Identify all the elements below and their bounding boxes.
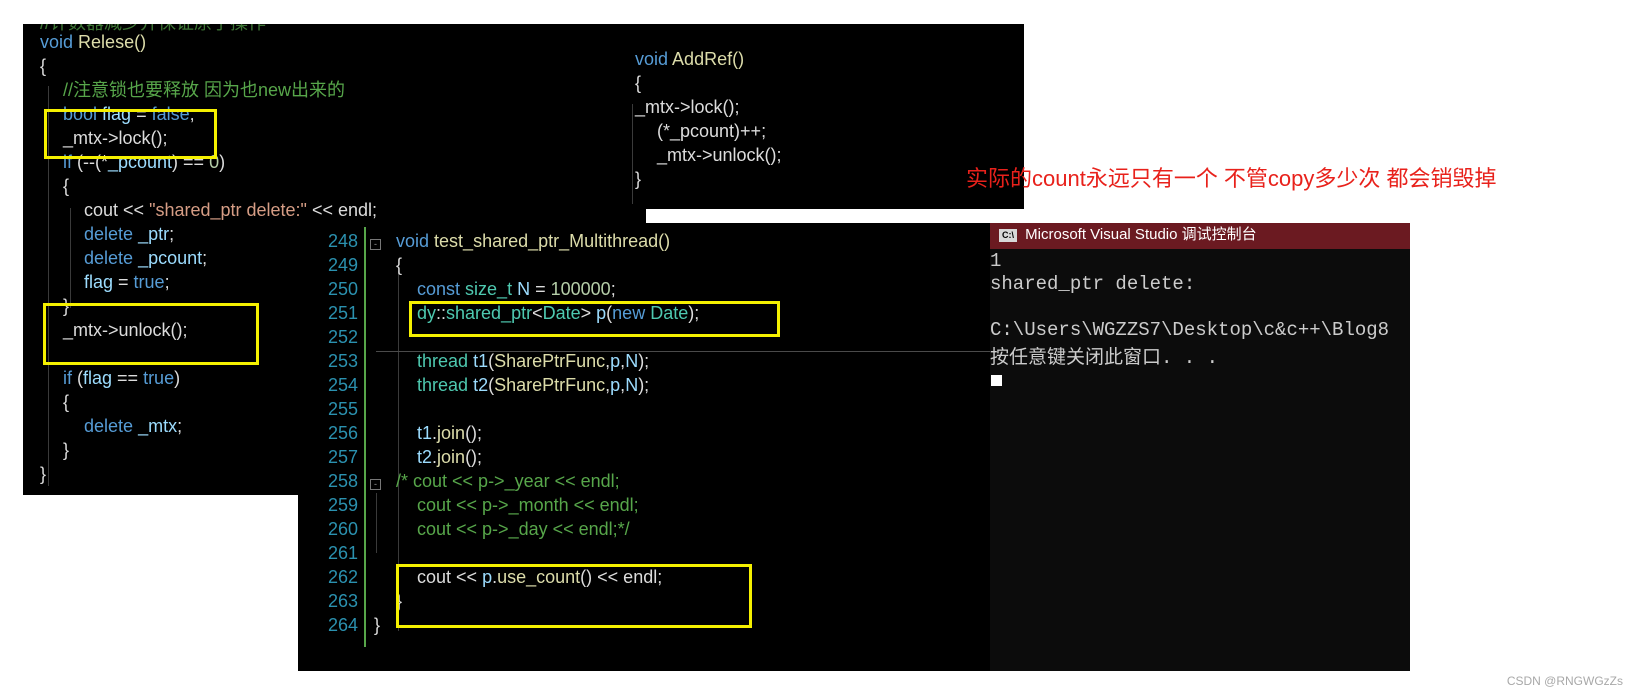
line-number: 249 — [327, 255, 358, 275]
code-line: if (flag == true) — [63, 368, 181, 388]
code-line: { — [635, 73, 642, 93]
console-title: Microsoft Visual Studio 调试控制台 — [1025, 226, 1257, 243]
code-line: const size_t N = 100000; — [417, 279, 616, 299]
code-line: thread t1(SharePtrFunc,p,N); — [417, 351, 650, 371]
change-bar — [364, 227, 366, 647]
line-number: 253 — [327, 351, 358, 371]
code-line: delete _pcount; — [84, 248, 208, 268]
fold-toggle-icon[interactable]: - — [370, 239, 381, 250]
line-number: 259 — [327, 495, 358, 515]
code-line: { — [40, 56, 47, 76]
code-line: flag = true; — [84, 272, 170, 292]
code-line: { — [63, 176, 70, 196]
console-titlebar[interactable]: C:\ Microsoft Visual Studio 调试控制台 — [990, 223, 1410, 249]
code-line: } — [374, 615, 381, 635]
code-line: thread t2(SharePtrFunc,p,N); — [417, 375, 650, 395]
line-number: 263 — [327, 591, 358, 611]
line-number: 255 — [327, 399, 358, 419]
highlight-box-use-count — [396, 564, 752, 628]
code-line: delete _ptr; — [84, 224, 175, 244]
code-line: void AddRef() — [635, 49, 745, 69]
code-line: } — [63, 440, 70, 460]
line-number: 252 — [327, 327, 358, 347]
line-number: 260 — [327, 519, 358, 539]
console-output-line: 1 — [990, 250, 1002, 272]
line-number: 257 — [327, 447, 358, 467]
code-line: { — [63, 392, 70, 412]
code-line: t2.join(); — [417, 447, 483, 467]
debug-console-window[interactable]: C:\ Microsoft Visual Studio 调试控制台 1 shar… — [990, 223, 1410, 671]
code-line: //注意锁也要释放 因为也new出来的 — [63, 80, 346, 100]
code-line: cout << "shared_ptr delete:" << endl; — [84, 200, 378, 220]
line-number: 248 — [327, 231, 358, 251]
line-number: 250 — [327, 279, 358, 299]
console-output-line: shared_ptr delete: — [990, 273, 1196, 295]
line-number: 258 — [327, 471, 358, 491]
console-output-line: C:\Users\WGZZS7\Desktop\c&c++\Blog8 — [990, 319, 1390, 341]
code-line: void Relese() — [40, 32, 147, 52]
code-line: delete _mtx; — [84, 416, 183, 436]
code-line: (*_pcount)++; — [657, 121, 767, 141]
code-line: _mtx->lock(); — [635, 97, 740, 117]
indent-guide — [70, 208, 71, 308]
highlight-box-shared-ptr — [409, 301, 780, 337]
code-line: cout << p->_day << endl;*/ — [417, 519, 630, 539]
code-line: { — [396, 255, 403, 275]
code-line: _mtx->unlock(); — [657, 145, 782, 165]
indent-guide — [632, 104, 633, 204]
code-line: } — [40, 464, 47, 484]
line-number: 251 — [327, 303, 358, 323]
code-line: } — [635, 169, 642, 189]
line-number: 254 — [327, 375, 358, 395]
watermark: CSDN @RNGWGzZs — [1506, 674, 1623, 688]
code-line: t1.join(); — [417, 423, 483, 443]
line-number: 261 — [327, 543, 358, 563]
code-line: void test_shared_ptr_Multithread() — [396, 231, 671, 251]
indent-guide — [376, 493, 377, 553]
fold-toggle-icon[interactable]: - — [370, 479, 381, 490]
highlight-box-lock — [44, 109, 217, 159]
code-line: /* cout << p->_year << endl; — [396, 471, 620, 491]
highlight-box-unlock — [43, 303, 259, 365]
annotation-text: 实际的count永远只有一个 不管copy多少次 都会销毁掉 — [966, 166, 1497, 191]
console-app-icon: C:\ — [999, 228, 1017, 242]
console-cursor — [991, 375, 1002, 386]
line-number: 262 — [327, 567, 358, 587]
addref-code-panel: void AddRef() { _mtx->lock(); (*_pcount)… — [620, 24, 1024, 209]
line-number: 264 — [327, 615, 358, 635]
code-line: cout << p->_month << endl; — [417, 495, 639, 515]
console-output-line: 按任意键关闭此窗口. . . — [990, 347, 1219, 369]
code-line-text: Relese() — [78, 32, 147, 52]
line-number: 256 — [327, 423, 358, 443]
